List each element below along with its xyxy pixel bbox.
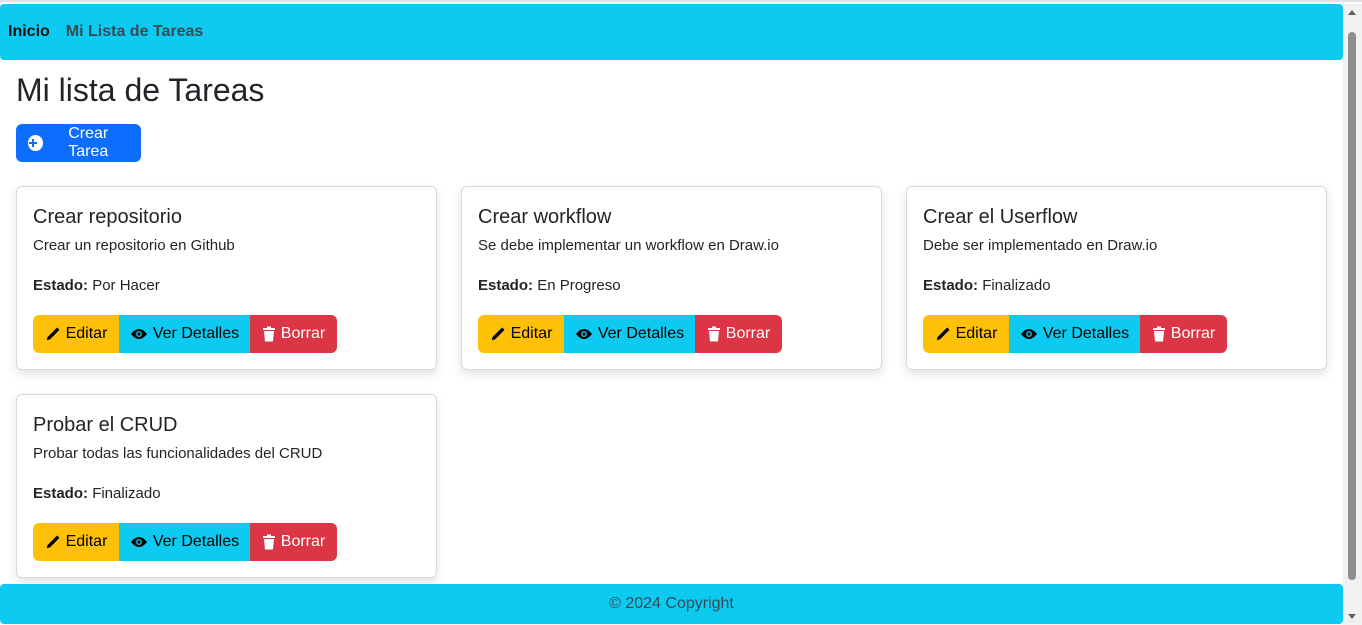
status-value: Por Hacer: [92, 277, 160, 294]
view-details-label: Ver Detalles: [152, 533, 240, 550]
task-card: Probar el CRUD Probar todas las funciona…: [16, 394, 437, 578]
task-title: Crear el Userflow: [923, 206, 1078, 228]
nav-home-link[interactable]: Inicio: [8, 23, 50, 41]
task-title: Crear workflow: [478, 206, 612, 228]
eye-icon: [130, 329, 147, 339]
task-status: Estado: Por Hacer: [33, 276, 420, 296]
status-label: Estado:: [478, 277, 534, 294]
page-title: Mi lista de Tareas: [16, 72, 265, 108]
status-value: Finalizado: [92, 485, 161, 502]
edit-label: Editar: [65, 533, 108, 550]
edit-button[interactable]: Editar: [33, 315, 119, 353]
delete-button[interactable]: Borrar: [250, 523, 337, 561]
footer: © 2024 Copyright: [0, 584, 1343, 624]
create-task-label: Crear Tarea: [68, 125, 109, 160]
delete-label: Borrar: [725, 325, 771, 342]
scrollbar-thumb[interactable]: [1348, 32, 1356, 580]
view-details-label: Ver Detalles: [597, 325, 685, 342]
task-description: Se debe implementar un workflow en Draw.…: [478, 237, 779, 254]
task-description: Debe ser implementado en Draw.io: [923, 237, 1158, 254]
trash-icon: [707, 326, 720, 342]
trash-icon: [1152, 326, 1165, 342]
pencil-icon: [936, 327, 950, 341]
status-label: Estado:: [33, 277, 89, 294]
navbar: Inicio Mi Lista de Tareas: [0, 4, 1343, 60]
trash-icon: [262, 534, 275, 550]
eye-icon: [575, 329, 592, 339]
delete-label: Borrar: [280, 533, 326, 550]
task-status: Estado: En Progreso: [478, 276, 865, 296]
task-description: Probar todas las funcionalidades del CRU…: [33, 445, 323, 462]
status-value: Finalizado: [982, 277, 1051, 294]
task-actions: Editar Ver Detalles Borrar: [33, 523, 337, 561]
task-card: Crear workflow Se debe implementar un wo…: [461, 186, 882, 370]
pencil-icon: [491, 327, 505, 341]
pencil-icon: [46, 327, 60, 341]
page: Inicio Mi Lista de Tareas Mi lista de Ta…: [0, 0, 1362, 625]
task-card: Crear repositorio Crear un repositorio e…: [16, 186, 437, 370]
view-details-button[interactable]: Ver Detalles: [564, 315, 695, 353]
create-task-button[interactable]: Crear Tarea: [16, 124, 141, 162]
status-label: Estado:: [33, 485, 89, 502]
view-details-label: Ver Detalles: [152, 325, 240, 342]
plus-circle-icon: [28, 135, 44, 151]
task-card: Crear el Userflow Debe ser implementado …: [906, 186, 1327, 370]
view-details-button[interactable]: Ver Detalles: [119, 315, 250, 353]
delete-label: Borrar: [1170, 325, 1216, 342]
scroll-up-arrow-icon[interactable]: [1348, 10, 1356, 15]
task-title: Probar el CRUD: [33, 414, 178, 436]
trash-icon: [262, 326, 275, 342]
copyright-text: © 2024 Copyright: [609, 595, 734, 612]
task-actions: Editar Ver Detalles Borrar: [478, 315, 782, 353]
scroll-down-arrow-icon[interactable]: [1348, 614, 1356, 619]
edit-label: Editar: [955, 325, 998, 342]
delete-button[interactable]: Borrar: [695, 315, 782, 353]
task-status: Estado: Finalizado: [923, 276, 1310, 296]
edit-button[interactable]: Editar: [33, 523, 119, 561]
view-details-button[interactable]: Ver Detalles: [119, 523, 250, 561]
eye-icon: [1020, 329, 1037, 339]
view-details-label: Ver Detalles: [1042, 325, 1130, 342]
edit-label: Editar: [510, 325, 553, 342]
vertical-scrollbar[interactable]: [1343, 4, 1362, 625]
task-description: Crear un repositorio en Github: [33, 237, 235, 254]
task-actions: Editar Ver Detalles Borrar: [33, 315, 337, 353]
view-details-button[interactable]: Ver Detalles: [1009, 315, 1140, 353]
eye-icon: [130, 537, 147, 547]
edit-button[interactable]: Editar: [923, 315, 1009, 353]
edit-label: Editar: [65, 325, 108, 342]
pencil-icon: [46, 535, 60, 549]
edit-button[interactable]: Editar: [478, 315, 564, 353]
task-actions: Editar Ver Detalles Borrar: [923, 315, 1227, 353]
task-title: Crear repositorio: [33, 206, 182, 228]
nav-task-list-link[interactable]: Mi Lista de Tareas: [66, 23, 204, 41]
delete-label: Borrar: [280, 325, 326, 342]
status-value: En Progreso: [537, 277, 621, 294]
status-label: Estado:: [923, 277, 979, 294]
delete-button[interactable]: Borrar: [1140, 315, 1227, 353]
delete-button[interactable]: Borrar: [250, 315, 337, 353]
task-status: Estado: Finalizado: [33, 484, 420, 504]
